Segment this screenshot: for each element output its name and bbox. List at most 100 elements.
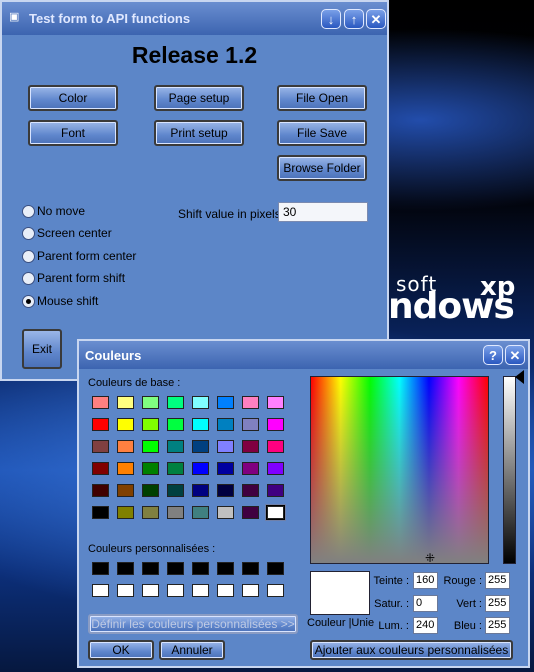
color-swatch[interactable] (267, 396, 284, 409)
color-swatch[interactable] (167, 462, 184, 475)
close-button[interactable]: ✕ (366, 9, 386, 29)
color-swatch[interactable] (192, 396, 209, 409)
luminosity-slider[interactable] (503, 376, 516, 564)
dialog-title: Couleurs (85, 348, 142, 363)
color-swatch[interactable] (192, 418, 209, 431)
color-swatch[interactable] (217, 396, 234, 409)
color-swatch[interactable] (117, 562, 134, 575)
dialog-close-button[interactable]: ✕ (505, 345, 525, 365)
font-button[interactable]: Font (28, 120, 118, 146)
color-swatch[interactable] (142, 462, 159, 475)
color-swatch[interactable] (267, 418, 284, 431)
color-swatch[interactable] (267, 506, 284, 519)
red-field[interactable]: 255 (485, 572, 510, 589)
color-swatch[interactable] (117, 462, 134, 475)
help-button[interactable]: ? (483, 345, 503, 365)
color-swatch[interactable] (192, 462, 209, 475)
color-swatch[interactable] (242, 462, 259, 475)
radio-circle[interactable] (22, 205, 35, 218)
color-swatch[interactable] (192, 562, 209, 575)
color-swatch[interactable] (92, 484, 109, 497)
solid-color-label[interactable]: Couleur |Unie (307, 617, 374, 629)
color-swatch[interactable] (192, 484, 209, 497)
color-swatch[interactable] (92, 462, 109, 475)
color-swatch[interactable] (117, 484, 134, 497)
color-swatch[interactable] (117, 418, 134, 431)
file-save-button[interactable]: File Save (277, 120, 367, 146)
color-swatch[interactable] (217, 440, 234, 453)
color-swatch[interactable] (142, 562, 159, 575)
add-custom-colors-button[interactable]: Ajouter aux couleurs personnalisées (310, 640, 513, 660)
color-swatch[interactable] (167, 440, 184, 453)
color-swatch[interactable] (92, 440, 109, 453)
blue-field[interactable]: 255 (485, 617, 510, 634)
radio-circle[interactable] (22, 227, 35, 240)
color-swatch[interactable] (92, 418, 109, 431)
ok-button[interactable]: OK (88, 640, 154, 660)
color-swatch[interactable] (192, 506, 209, 519)
color-swatch[interactable] (142, 418, 159, 431)
color-swatch[interactable] (217, 462, 234, 475)
color-swatch[interactable] (267, 462, 284, 475)
color-swatch[interactable] (267, 584, 284, 597)
exit-button[interactable]: Exit (22, 329, 62, 369)
color-swatch[interactable] (242, 440, 259, 453)
radio-circle[interactable] (22, 272, 35, 285)
minimize-button[interactable]: ↓ (321, 9, 341, 29)
color-swatch[interactable] (167, 506, 184, 519)
hue-field[interactable]: 160 (413, 572, 438, 589)
color-swatch[interactable] (92, 584, 109, 597)
color-swatch[interactable] (142, 396, 159, 409)
cancel-button[interactable]: Annuler (159, 640, 225, 660)
color-swatch[interactable] (167, 562, 184, 575)
luminosity-arrow-icon[interactable] (515, 370, 524, 384)
color-swatch[interactable] (192, 584, 209, 597)
file-open-button[interactable]: File Open (277, 85, 367, 111)
print-setup-button[interactable]: Print setup (154, 120, 244, 146)
saturation-field[interactable]: 0 (413, 595, 438, 612)
radio-circle-selected[interactable] (22, 295, 35, 308)
color-swatch[interactable] (217, 484, 234, 497)
color-swatch[interactable] (92, 562, 109, 575)
form-titlebar[interactable]: ▣ Test form to API functions ↓ ↑ ✕ (2, 2, 387, 35)
radio-circle[interactable] (22, 250, 35, 263)
color-swatch[interactable] (167, 484, 184, 497)
color-swatch[interactable] (267, 562, 284, 575)
color-swatch[interactable] (217, 418, 234, 431)
color-swatch[interactable] (117, 396, 134, 409)
color-swatch[interactable] (142, 484, 159, 497)
maximize-button[interactable]: ↑ (344, 9, 364, 29)
color-swatch[interactable] (167, 396, 184, 409)
shift-value-input[interactable] (278, 202, 368, 222)
color-button[interactable]: Color (28, 85, 118, 111)
dialog-titlebar[interactable]: Couleurs ? ✕ (79, 341, 528, 369)
luminosity-field[interactable]: 240 (413, 617, 438, 634)
color-swatch[interactable] (167, 584, 184, 597)
color-swatch[interactable] (117, 506, 134, 519)
color-swatch[interactable] (142, 506, 159, 519)
color-swatch[interactable] (242, 396, 259, 409)
color-swatch[interactable] (92, 396, 109, 409)
define-custom-colors-button[interactable]: Définir les couleurs personnalisées >> (88, 614, 298, 634)
color-swatch[interactable] (242, 418, 259, 431)
color-swatch[interactable] (242, 584, 259, 597)
color-swatch[interactable] (217, 562, 234, 575)
green-field[interactable]: 255 (485, 595, 510, 612)
color-swatch[interactable] (142, 440, 159, 453)
color-swatch[interactable] (192, 440, 209, 453)
color-swatch[interactable] (267, 484, 284, 497)
color-swatch[interactable] (267, 440, 284, 453)
page-setup-button[interactable]: Page setup (154, 85, 244, 111)
browse-folder-button[interactable]: Browse Folder (277, 155, 367, 181)
color-swatch[interactable] (242, 484, 259, 497)
color-swatch[interactable] (242, 562, 259, 575)
color-swatch[interactable] (117, 584, 134, 597)
color-swatch[interactable] (92, 506, 109, 519)
color-swatch[interactable] (142, 584, 159, 597)
color-swatch[interactable] (242, 506, 259, 519)
color-swatch[interactable] (217, 506, 234, 519)
color-swatch[interactable] (167, 418, 184, 431)
color-spectrum[interactable] (310, 376, 489, 564)
color-swatch[interactable] (117, 440, 134, 453)
color-swatch[interactable] (217, 584, 234, 597)
